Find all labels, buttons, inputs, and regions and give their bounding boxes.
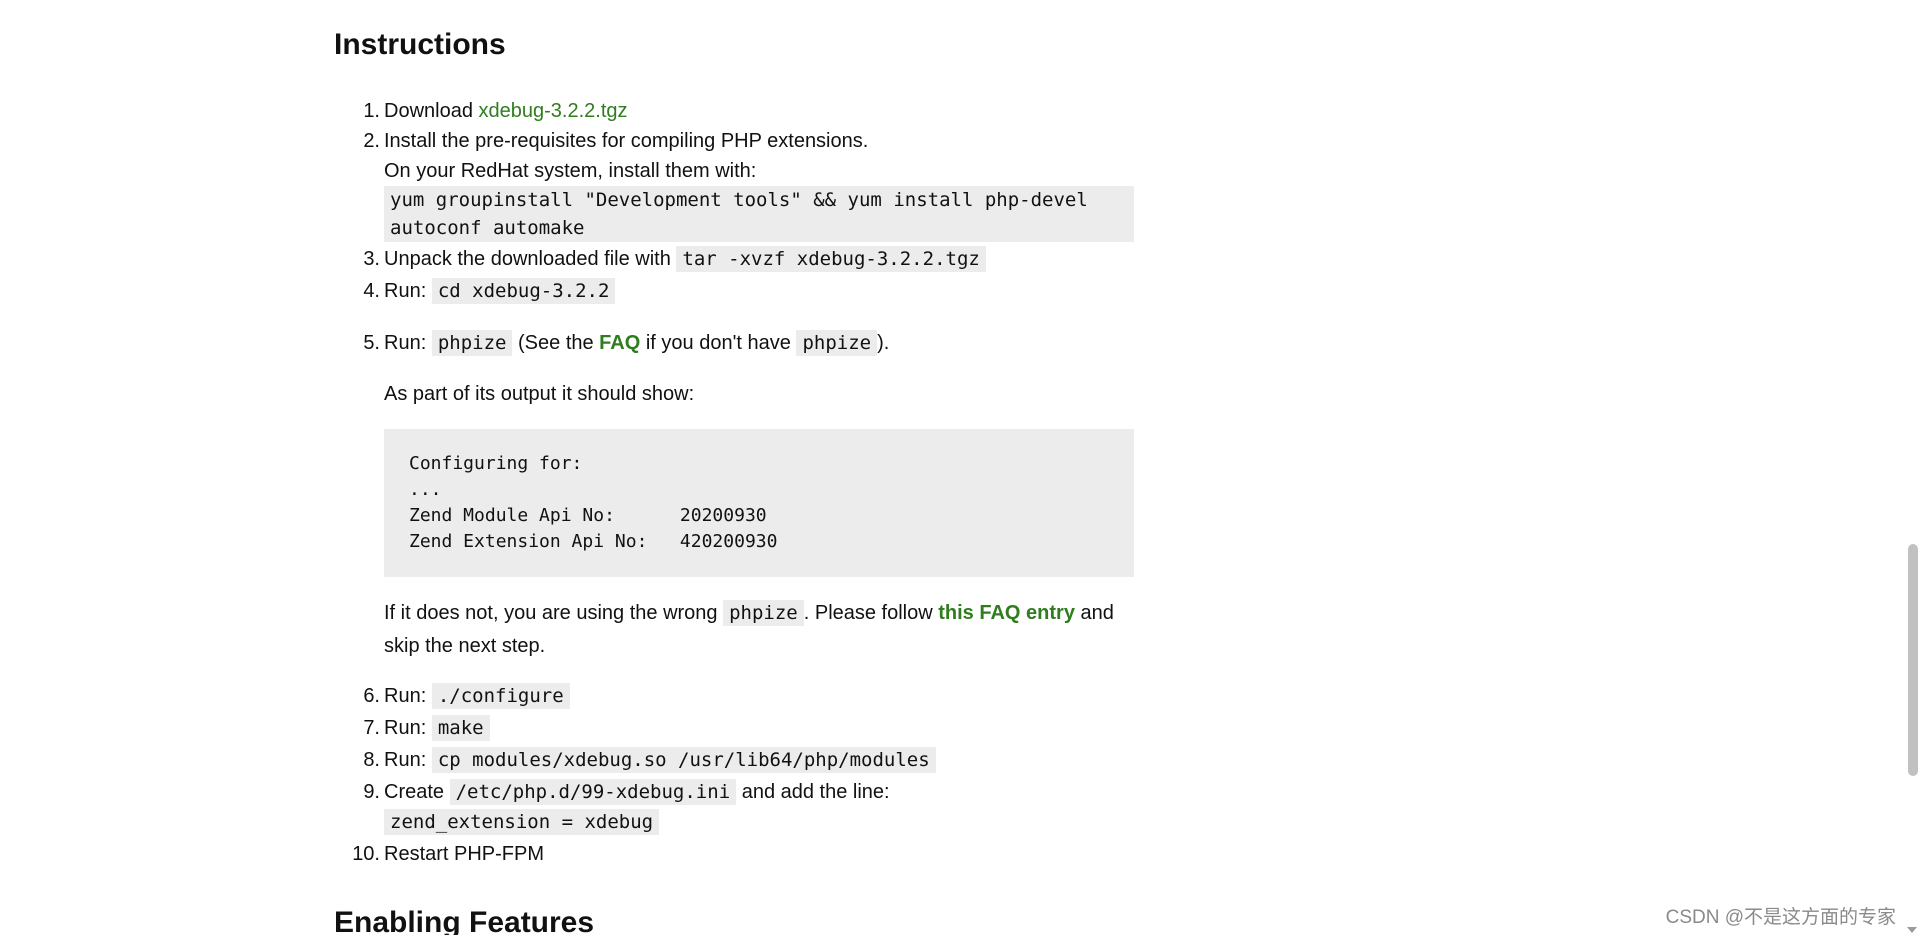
- step-text: ).: [877, 332, 890, 354]
- step-10: 10. Restart PHP-FPM: [334, 839, 1134, 869]
- phpize-code: phpize: [431, 330, 513, 356]
- step-text: Run:: [384, 717, 432, 739]
- step-text: (See the: [512, 332, 600, 354]
- step-number: 6.: [363, 685, 380, 707]
- step-number: 8.: [363, 749, 380, 771]
- instructions-heading: Instructions: [334, 28, 506, 61]
- step-1: 1. Download xdebug-3.2.2.tgz: [334, 96, 1134, 126]
- step-number: 4.: [363, 280, 380, 302]
- step-text: and add the line:: [736, 781, 890, 803]
- step-text: Run:: [384, 332, 432, 354]
- output-intro-text: As part of its output it should show:: [384, 383, 695, 405]
- ini-path-code: /etc/php.d/99-xdebug.ini: [449, 779, 737, 805]
- step-text: Download: [384, 100, 479, 122]
- vertical-scrollbar[interactable]: [1903, 0, 1920, 935]
- zend-extension-code: zend_extension = xdebug: [384, 809, 660, 835]
- instructions-list: 1. Download xdebug-3.2.2.tgz 2. Install th…: [334, 96, 1134, 869]
- wrong-phpize-note: If it does not, you are using the wrong …: [384, 597, 1134, 663]
- step-subtext: On your RedHat system, install them with…: [384, 160, 757, 182]
- step-number: 1.: [363, 100, 380, 122]
- download-link[interactable]: xdebug-3.2.2.tgz: [479, 100, 628, 122]
- note-text: . Please follow: [803, 602, 939, 624]
- phpize-code: phpize: [796, 330, 878, 356]
- faq-link[interactable]: FAQ: [599, 332, 640, 354]
- step-text: Create: [384, 781, 450, 803]
- configure-command-code: ./configure: [431, 683, 570, 709]
- phpize-code: phpize: [723, 600, 804, 626]
- step-8: 8. Run: cp modules/xdebug.so /usr/lib64/p…: [334, 745, 1134, 775]
- step-3: 3. Unpack the downloaded file with tar -x…: [334, 244, 1134, 274]
- step-number: 9.: [363, 781, 380, 803]
- copy-command-code: cp modules/xdebug.so /usr/lib64/php/modu…: [431, 747, 936, 773]
- step-number: 10.: [352, 843, 380, 865]
- step-text: Restart PHP-FPM: [384, 843, 545, 865]
- step-7: 7. Run: make: [334, 713, 1134, 743]
- csdn-watermark: CSDN @不是这方面的专家: [1665, 907, 1896, 928]
- step-5: 5. Run: phpize (See the FAQ if you don't …: [334, 328, 1134, 663]
- step-6: 6. Run: ./configure: [334, 681, 1134, 711]
- step-text: Run:: [384, 280, 432, 302]
- unpack-command-code: tar -xvzf xdebug-3.2.2.tgz: [676, 246, 986, 272]
- step-number: 5.: [363, 332, 380, 354]
- step-text: Unpack the downloaded file with: [384, 248, 677, 270]
- scrollbar-thumb[interactable]: [1908, 544, 1918, 776]
- step-text: Run:: [384, 749, 432, 771]
- make-command-code: make: [431, 715, 490, 741]
- scroll-down-arrow-icon[interactable]: [1907, 927, 1917, 933]
- cd-command-code: cd xdebug-3.2.2: [431, 278, 616, 304]
- page: Instructions 1. Download xdebug-3.2.2.tgz…: [0, 0, 1920, 935]
- step-text: if you don't have: [640, 332, 797, 354]
- step-number: 7.: [363, 717, 380, 739]
- step-4: 4. Run: cd xdebug-3.2.2: [334, 276, 1134, 306]
- expected-output-code-block: Configuring for: ... Zend Module Api No:…: [384, 429, 1134, 577]
- step-number: 2.: [363, 130, 380, 152]
- note-text: If it does not, you are using the wrong: [384, 602, 724, 624]
- step-9: 9. Create /etc/php.d/99-xdebug.ini and ad…: [334, 777, 1134, 837]
- step-text: Run:: [384, 685, 432, 707]
- step-text: Install the pre-requisites for compiling…: [384, 130, 869, 152]
- step-2: 2. Install the pre-requisites for compili…: [334, 126, 1134, 242]
- enabling-features-heading: Enabling Features: [334, 906, 595, 935]
- install-command-code: yum groupinstall "Development tools" && …: [384, 186, 1134, 242]
- faq-entry-link[interactable]: this FAQ entry: [938, 602, 1075, 624]
- step-number: 3.: [363, 248, 380, 270]
